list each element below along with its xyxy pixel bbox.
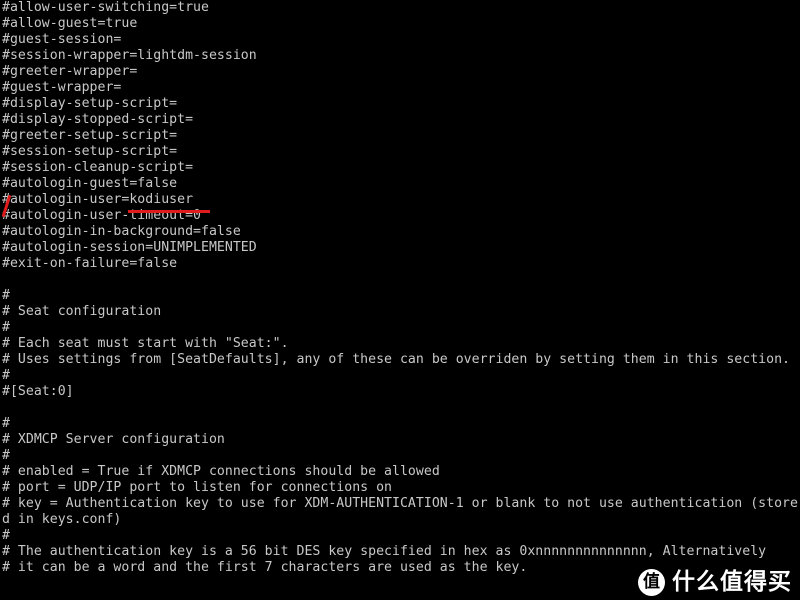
config-line: #autologin-session=UNIMPLEMENTED — [2, 240, 257, 255]
config-line: #guest-wrapper= — [2, 80, 122, 95]
config-line: # — [2, 368, 10, 383]
config-line: #guest-session= — [2, 32, 122, 47]
config-line: #allow-guest=true — [2, 16, 138, 31]
config-line: #greeter-wrapper= — [2, 64, 138, 79]
config-line: # enabled = True if XDMCP connections sh… — [2, 464, 440, 479]
config-line: #exit-on-failure=false — [2, 256, 178, 271]
config-line: # — [2, 528, 10, 543]
config-line: #autologin-user-timeout=0 — [2, 208, 201, 223]
config-line: #session-wrapper=lightdm-session — [2, 48, 257, 63]
config-line — [0, 400, 800, 416]
config-line: #session-cleanup-script= — [2, 160, 194, 175]
config-file-text[interactable]: #allow-user-switching=true #allow-guest=t… — [0, 0, 800, 576]
config-line: # — [2, 416, 10, 431]
config-line: # port = UDP/IP port to listen for conne… — [2, 480, 393, 495]
config-line: # — [2, 448, 10, 463]
config-line: # Each seat must start with "Seat:". — [2, 336, 289, 351]
config-line: # it can be a word and the first 7 chara… — [2, 560, 528, 575]
config-line: # key = Authentication key to use for XD… — [2, 496, 798, 511]
config-line: # — [2, 320, 10, 335]
config-line — [0, 272, 800, 288]
config-line: #autologin-guest=false — [2, 176, 178, 191]
config-line: #greeter-setup-script= — [2, 128, 178, 143]
config-line: #autologin-user=kodiuser — [2, 192, 194, 207]
config-line: #[Seat:0] — [2, 384, 74, 399]
config-line: # XDMCP Server configuration — [2, 432, 225, 447]
config-line: #display-stopped-script= — [2, 112, 194, 127]
config-line: #allow-user-switching=true — [2, 0, 209, 15]
config-line: #display-setup-script= — [2, 96, 178, 111]
config-line: # — [2, 288, 10, 303]
config-line: # Seat configuration — [2, 304, 162, 319]
config-line: # The authentication key is a 56 bit DES… — [2, 544, 767, 559]
config-line: d in keys.conf) — [2, 512, 122, 527]
terminal-screen: #allow-user-switching=true #allow-guest=t… — [0, 0, 800, 600]
config-line: #autologin-in-background=false — [2, 224, 241, 239]
config-line: #session-setup-script= — [2, 144, 178, 159]
config-line: # Uses settings from [SeatDefaults], any… — [2, 352, 790, 367]
